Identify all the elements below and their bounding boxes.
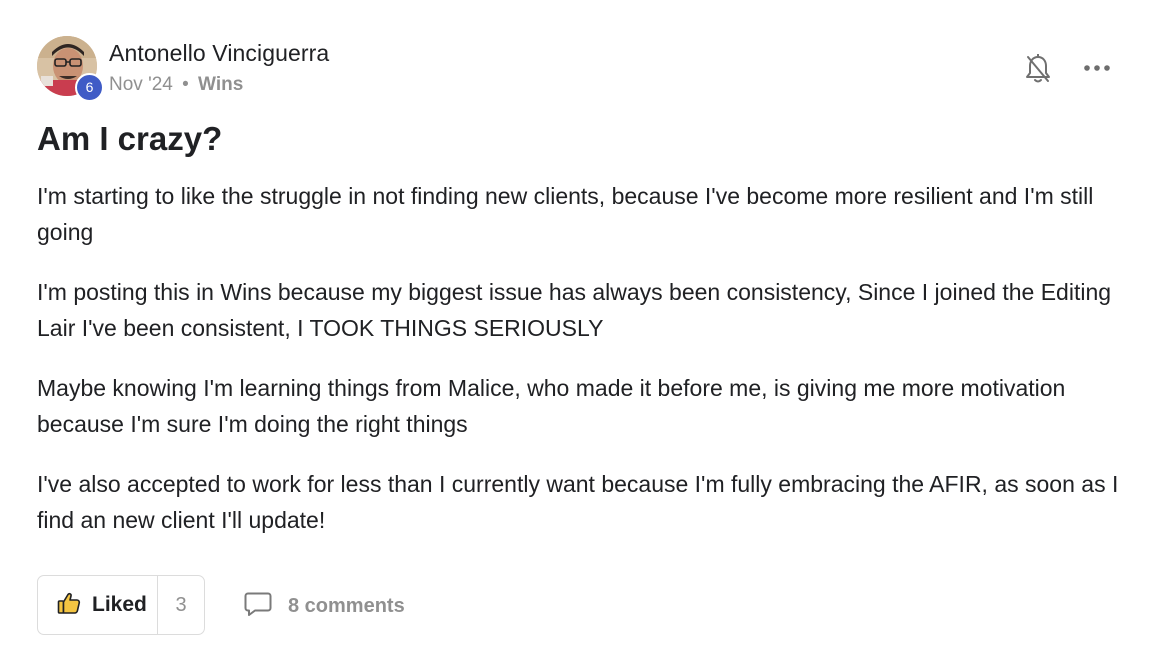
level-badge: 6: [75, 73, 104, 102]
post-paragraph: Maybe knowing I'm learning things from M…: [37, 375, 1066, 437]
comments-label: 8 comments: [288, 595, 405, 617]
comments-button[interactable]: 8 comments: [244, 591, 405, 622]
post-title: Am I crazy?: [37, 120, 223, 157]
post-paragraph: I'm starting to like the struggle in not…: [37, 183, 1094, 245]
post-header: 6 Antonello Vinciguerra Nov '24 • Wins: [37, 36, 1127, 102]
post-meta: Nov '24 • Wins: [109, 74, 243, 96]
like-count[interactable]: 3: [158, 594, 204, 617]
post-category[interactable]: Wins: [198, 74, 243, 95]
comment-icon: [244, 591, 272, 622]
post-paragraph: I'm posting this in Wins because my bigg…: [37, 279, 1112, 341]
bell-off-icon[interactable]: [1025, 53, 1051, 84]
author-name[interactable]: Antonello Vinciguerra: [109, 40, 329, 67]
like-control: Liked 3: [37, 575, 205, 635]
post-card: 6 Antonello Vinciguerra Nov '24 • Wins A…: [37, 36, 1127, 635]
post-body: I'm starting to like the struggle in not…: [37, 178, 1127, 562]
post-paragraph: I've also accepted to work for less than…: [37, 471, 1119, 533]
more-horizontal-icon[interactable]: [1083, 58, 1111, 78]
like-button[interactable]: Liked: [38, 576, 158, 634]
post-actions: Liked 3 8 comments: [37, 575, 737, 635]
like-label: Liked: [92, 593, 147, 616]
meta-separator: •: [182, 74, 189, 95]
post-date[interactable]: Nov '24: [109, 74, 173, 95]
thumbs-up-icon: [57, 591, 81, 620]
